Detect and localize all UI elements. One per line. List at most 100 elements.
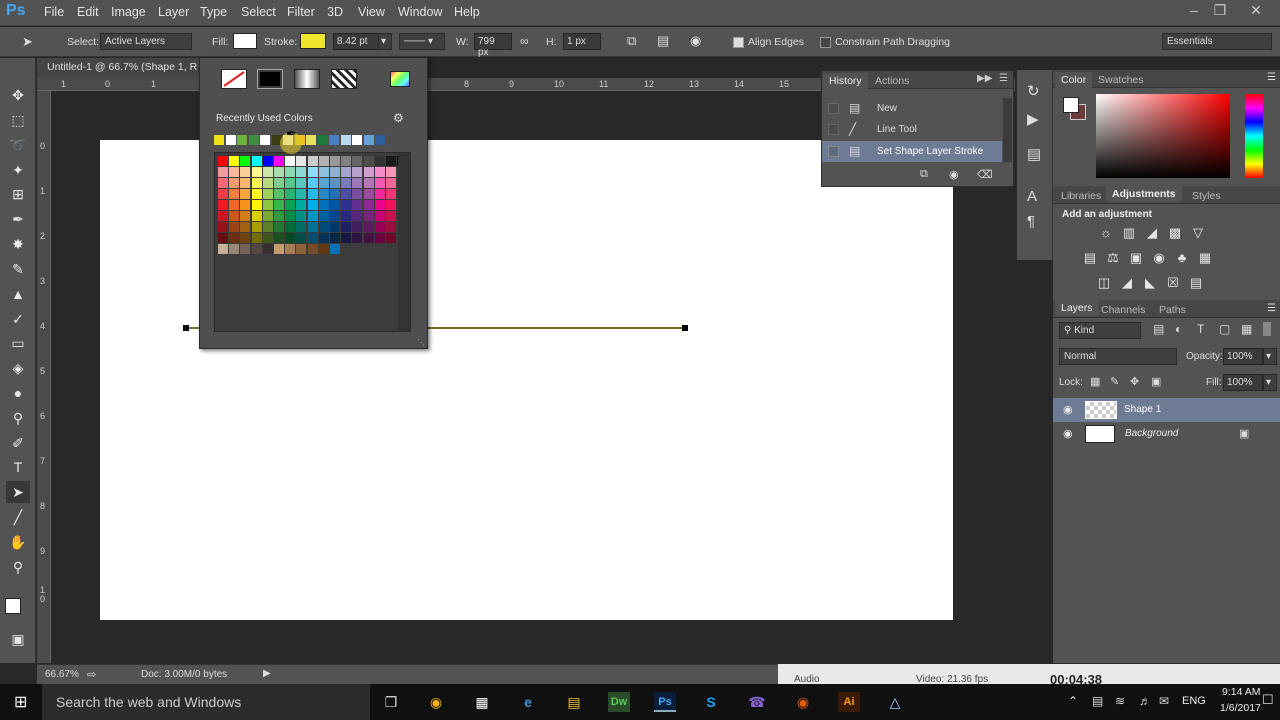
restore-icon[interactable]: ❐ [1208,2,1232,20]
color-swatch[interactable] [352,178,363,188]
color-swatch[interactable] [330,244,340,254]
color-swatch[interactable] [285,211,296,221]
quick-mask-icon[interactable]: ▣ [6,628,30,650]
color-swatch[interactable] [229,244,240,254]
color-swatch[interactable] [274,222,284,232]
windows-start-icon[interactable]: ⊞ [14,692,27,712]
color-swatch[interactable] [218,211,228,221]
black-white-icon[interactable]: ▣ [1128,250,1144,266]
gradient-button[interactable] [294,69,320,89]
media-app-icon[interactable]: △ [884,692,906,712]
color-swatch[interactable] [218,178,228,188]
color-swatch[interactable] [352,200,363,210]
menu-window[interactable]: Window [398,5,442,19]
color-swatch[interactable] [352,189,363,199]
clock-date[interactable]: 1/6/2017 [1220,702,1261,714]
color-swatch[interactable] [229,211,240,221]
color-swatch[interactable] [274,244,284,254]
line-tool-icon[interactable]: ╱ [6,506,30,528]
dreamweaver-icon[interactable]: Dw [608,692,630,712]
recent-swatch[interactable] [317,135,328,145]
blur-tool-icon[interactable]: ● [6,382,30,404]
path-alignment-icon[interactable]: ▤ [657,33,669,49]
color-swatch[interactable] [251,211,262,221]
history-item[interactable]: ▤ New [822,98,1002,119]
color-swatch[interactable] [307,244,318,254]
color-picker-button[interactable] [390,71,410,87]
color-swatch[interactable] [330,233,340,243]
color-swatch[interactable] [341,189,352,199]
tab-color[interactable]: Color [1055,72,1093,88]
notification-icon[interactable]: ☐ [1262,692,1274,708]
color-swatch[interactable] [296,189,307,199]
hue-slider[interactable] [1245,94,1263,178]
color-swatch[interactable] [262,244,273,254]
hand-tool-icon[interactable]: ✋ [6,531,30,553]
color-swatch[interactable] [363,211,374,221]
color-swatch[interactable] [363,156,374,166]
color-swatch[interactable] [296,156,307,166]
threshold-icon[interactable]: ◣ [1142,275,1158,291]
photo-filter-icon[interactable]: ◉ [1151,250,1167,266]
layers-panel-menu-icon[interactable]: ☰ [1267,303,1276,314]
menu-view[interactable]: View [358,5,385,19]
filter-toggle[interactable] [1263,322,1271,336]
color-swatch[interactable] [240,167,251,177]
tab-paths[interactable]: Paths [1153,302,1192,318]
color-panel-menu-icon[interactable]: ☰ [1267,72,1276,83]
magic-wand-icon[interactable]: ✦ [6,159,30,181]
color-swatch[interactable] [240,244,251,254]
color-swatch[interactable] [296,178,307,188]
color-swatch[interactable] [374,233,385,243]
color-swatch[interactable] [374,178,385,188]
color-field[interactable] [1096,94,1230,178]
color-swatch[interactable] [274,189,284,199]
color-swatch[interactable] [274,200,284,210]
lock-all-icon[interactable]: ▣ [1151,375,1161,388]
color-swatch[interactable] [262,211,273,221]
recent-swatch[interactable] [214,135,224,145]
edge-icon[interactable]: e [517,692,539,712]
color-swatch[interactable] [285,167,296,177]
fill-dropdown-icon[interactable]: ▾ [1263,374,1277,391]
play-icon[interactable]: ▶ [1027,110,1039,128]
color-swatch[interactable] [285,244,296,254]
recent-swatch[interactable] [329,135,339,145]
color-swatch[interactable] [240,233,251,243]
type-tool-icon[interactable]: T [6,456,30,478]
color-swatch[interactable] [240,178,251,188]
color-lookup-icon[interactable]: ▦ [1197,250,1213,266]
color-swatch[interactable] [330,189,340,199]
color-swatch[interactable] [374,222,385,232]
color-swatch[interactable] [218,222,228,232]
color-swatch[interactable] [307,156,318,166]
color-swatch[interactable] [229,178,240,188]
color-swatch[interactable] [307,211,318,221]
tab-layers[interactable]: Layers [1055,300,1099,316]
color-swatch[interactable] [274,156,284,166]
constrain-checkbox[interactable] [820,37,831,48]
recent-swatch[interactable] [340,135,351,145]
color-swatch[interactable] [341,200,352,210]
color-swatch[interactable] [363,178,374,188]
stamp-tool-icon[interactable]: ▲ [6,283,30,305]
eraser-tool-icon[interactable]: ▭ [6,332,30,354]
swatch-grid[interactable] [214,152,411,332]
color-swatch[interactable] [262,200,273,210]
collapse-icon[interactable]: ▶▶ [977,73,992,84]
color-swatch[interactable] [307,167,318,177]
link-icon[interactable]: ∞ [520,34,529,48]
illustrator-icon[interactable]: Ai [838,692,860,712]
color-swatch[interactable] [307,233,318,243]
color-swatch[interactable] [363,233,374,243]
color-swatch[interactable] [330,211,340,221]
color-swatch[interactable] [352,222,363,232]
photoshop-taskbar-icon[interactable]: Ps [654,692,676,712]
color-swatch[interactable] [229,156,240,166]
color-swatch[interactable] [318,222,329,232]
color-swatch[interactable] [386,211,396,221]
tab-history[interactable]: History [823,73,868,89]
color-swatch[interactable] [251,244,262,254]
color-swatch[interactable] [274,211,284,221]
color-swatch[interactable] [251,200,262,210]
